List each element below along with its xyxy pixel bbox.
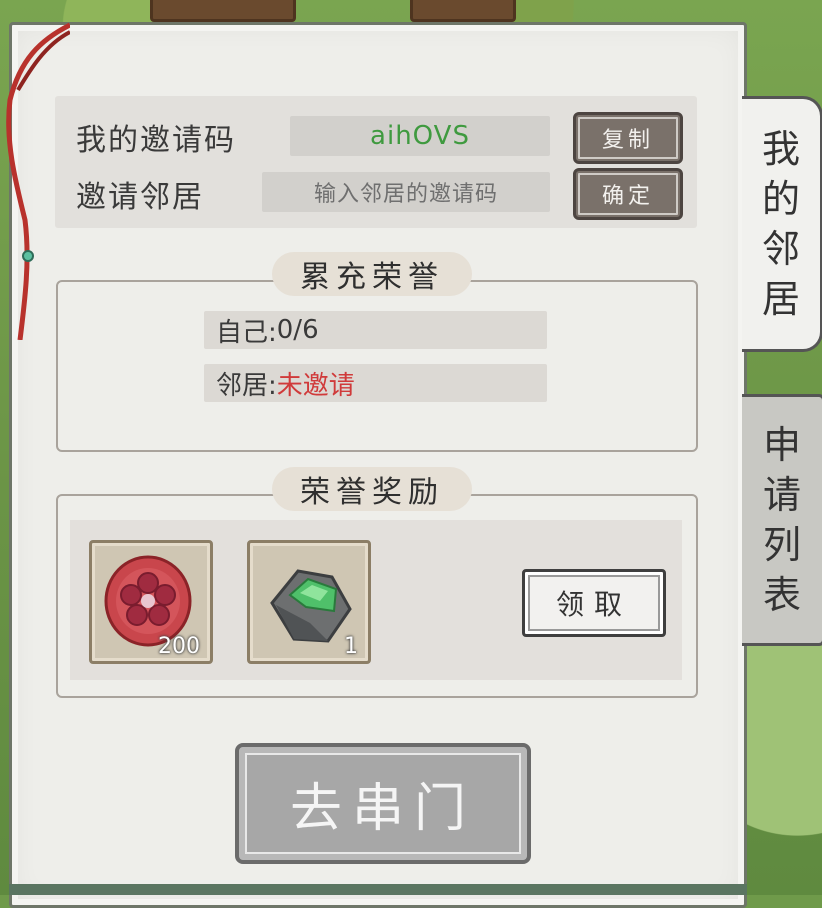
tab-my-neighbors[interactable]: 我 的 邻 居 xyxy=(742,96,822,352)
farm-plot xyxy=(410,0,516,22)
invite-neighbor-label: 邀请邻居 xyxy=(76,180,204,215)
tab-char: 请 xyxy=(762,473,801,517)
reward-quantity: 200 xyxy=(158,634,200,659)
confirm-button[interactable]: 确定 xyxy=(573,168,683,220)
neighbor-code-input[interactable]: 输入邻居的邀请码 xyxy=(262,172,550,212)
tab-char: 的 xyxy=(761,177,800,221)
neighbor-progress: 邻居: 未邀请 xyxy=(204,364,547,402)
tab-char: 列 xyxy=(762,523,801,567)
neighbor-status: 未邀请 xyxy=(276,370,355,401)
my-invite-code-label: 我的邀请码 xyxy=(76,123,236,158)
tab-char: 居 xyxy=(761,277,800,321)
tab-char: 申 xyxy=(762,423,801,467)
claim-reward-button[interactable]: 领取 xyxy=(522,569,666,637)
self-value: 0/6 xyxy=(276,315,319,345)
neighbor-label: 邻居: xyxy=(216,370,277,401)
self-progress: 自己: 0/6 xyxy=(204,311,547,349)
tab-char: 邻 xyxy=(761,227,800,271)
go-visit-button[interactable]: 去串门 xyxy=(235,743,531,864)
self-label: 自己: xyxy=(216,317,277,348)
honor-title: 累充荣誉 xyxy=(272,252,472,296)
tab-apply-list[interactable]: 申 请 列 表 xyxy=(742,394,822,646)
farm-plot xyxy=(150,0,296,22)
tab-char: 表 xyxy=(762,573,801,617)
my-invite-code-value: aihOVS xyxy=(290,116,550,156)
reward-quantity: 1 xyxy=(344,634,358,659)
rewards-title: 荣誉奖励 xyxy=(272,467,472,511)
panel-bottom-edge xyxy=(9,884,747,895)
tab-char: 我 xyxy=(761,127,800,171)
reward-item[interactable]: 200 xyxy=(89,540,213,664)
copy-button[interactable]: 复制 xyxy=(573,112,683,164)
reward-item[interactable]: 1 xyxy=(247,540,371,664)
